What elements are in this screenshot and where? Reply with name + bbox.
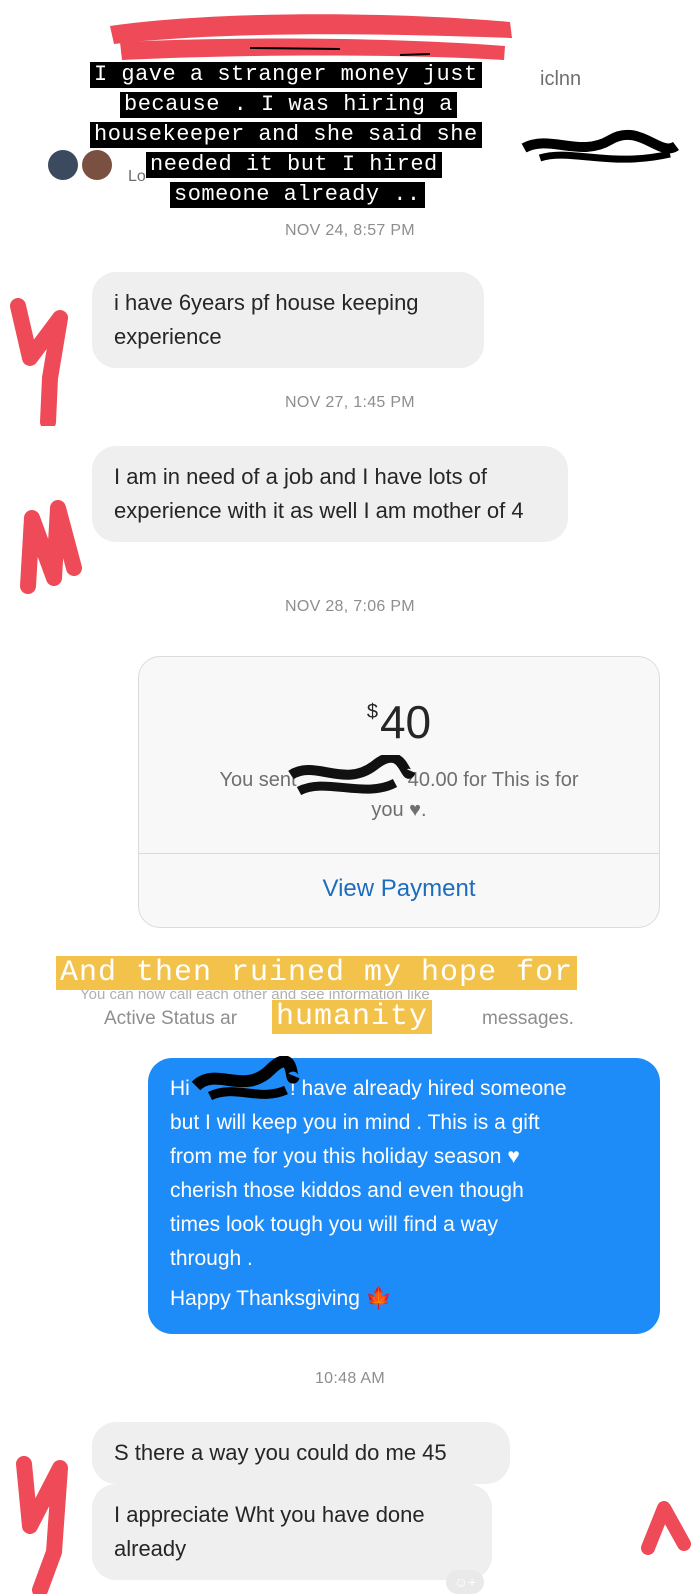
message-line: Happy Thanksgiving 🍁: [170, 1287, 392, 1310]
info-line-left: Active Status ar: [104, 1008, 238, 1029]
divider: [139, 853, 659, 854]
black-redaction-scribble: [521, 129, 679, 163]
message-line: through .: [170, 1247, 253, 1270]
payment-amount: $40: [139, 695, 659, 749]
message-text: ! have already hired someone: [289, 1077, 567, 1100]
currency-symbol: $: [366, 701, 378, 723]
red-avatar-redaction: [641, 1501, 691, 1555]
red-redaction-scribble: [110, 14, 512, 60]
yellow-caption-line-1: And then ruined my hope for: [56, 956, 578, 990]
caption-line-4: needed it but I hired: [146, 152, 442, 178]
caption-line-5: someone already ..: [170, 182, 425, 208]
header-subtitle-partial: Lo: [128, 168, 146, 185]
timestamp: NOV 27, 1:45 PM: [285, 394, 415, 411]
view-payment-button[interactable]: View Payment: [139, 875, 659, 903]
red-avatar-redaction: [16, 1456, 68, 1594]
caption-line-3: housekeeper and she said she: [90, 122, 482, 148]
timestamp: 10:48 AM: [314, 1370, 385, 1387]
add-reaction-button[interactable]: ☺+: [446, 1570, 484, 1594]
caption-line-1: I gave a stranger money just: [90, 62, 482, 88]
avatar-icon: [82, 150, 112, 180]
header-username-partial: iclnn: [540, 68, 582, 90]
payment-card[interactable]: $40 You sent 40.00 for This is for you ♥…: [138, 656, 660, 928]
incoming-message-bubble[interactable]: S there a way you could do me 45: [92, 1422, 510, 1484]
payment-note-suffix: 40.00 for This is for: [407, 769, 579, 791]
payment-amount-value: 40: [379, 696, 432, 748]
timestamp: NOV 28, 7:06 PM: [285, 598, 415, 615]
avatar-icon: [48, 150, 78, 180]
incoming-message-bubble[interactable]: I am in need of a job and I have lots of…: [92, 446, 568, 542]
black-redaction-scribble: [191, 1056, 300, 1101]
incoming-message-bubble[interactable]: I appreciate Wht you have done already: [92, 1484, 492, 1580]
info-line-right: messages.: [482, 1008, 574, 1029]
black-redaction-scribble: [288, 755, 415, 796]
message-line: cherish those kiddos and even though: [170, 1179, 524, 1202]
message-greeting: Hi: [170, 1077, 190, 1100]
timestamp: NOV 24, 8:57 PM: [285, 222, 415, 239]
caption-line-2: because . I was hiring a: [120, 92, 457, 118]
red-avatar-redaction: [20, 500, 82, 594]
incoming-message-bubble[interactable]: i have 6years pf house keeping experienc…: [92, 272, 484, 368]
message-line: but I will keep you in mind . This is a …: [170, 1111, 540, 1134]
message-line: from me for you this holiday season ♥: [170, 1145, 520, 1168]
message-line: times look tough you will find a way: [170, 1213, 498, 1236]
yellow-caption-line-2: humanity: [272, 1000, 433, 1034]
